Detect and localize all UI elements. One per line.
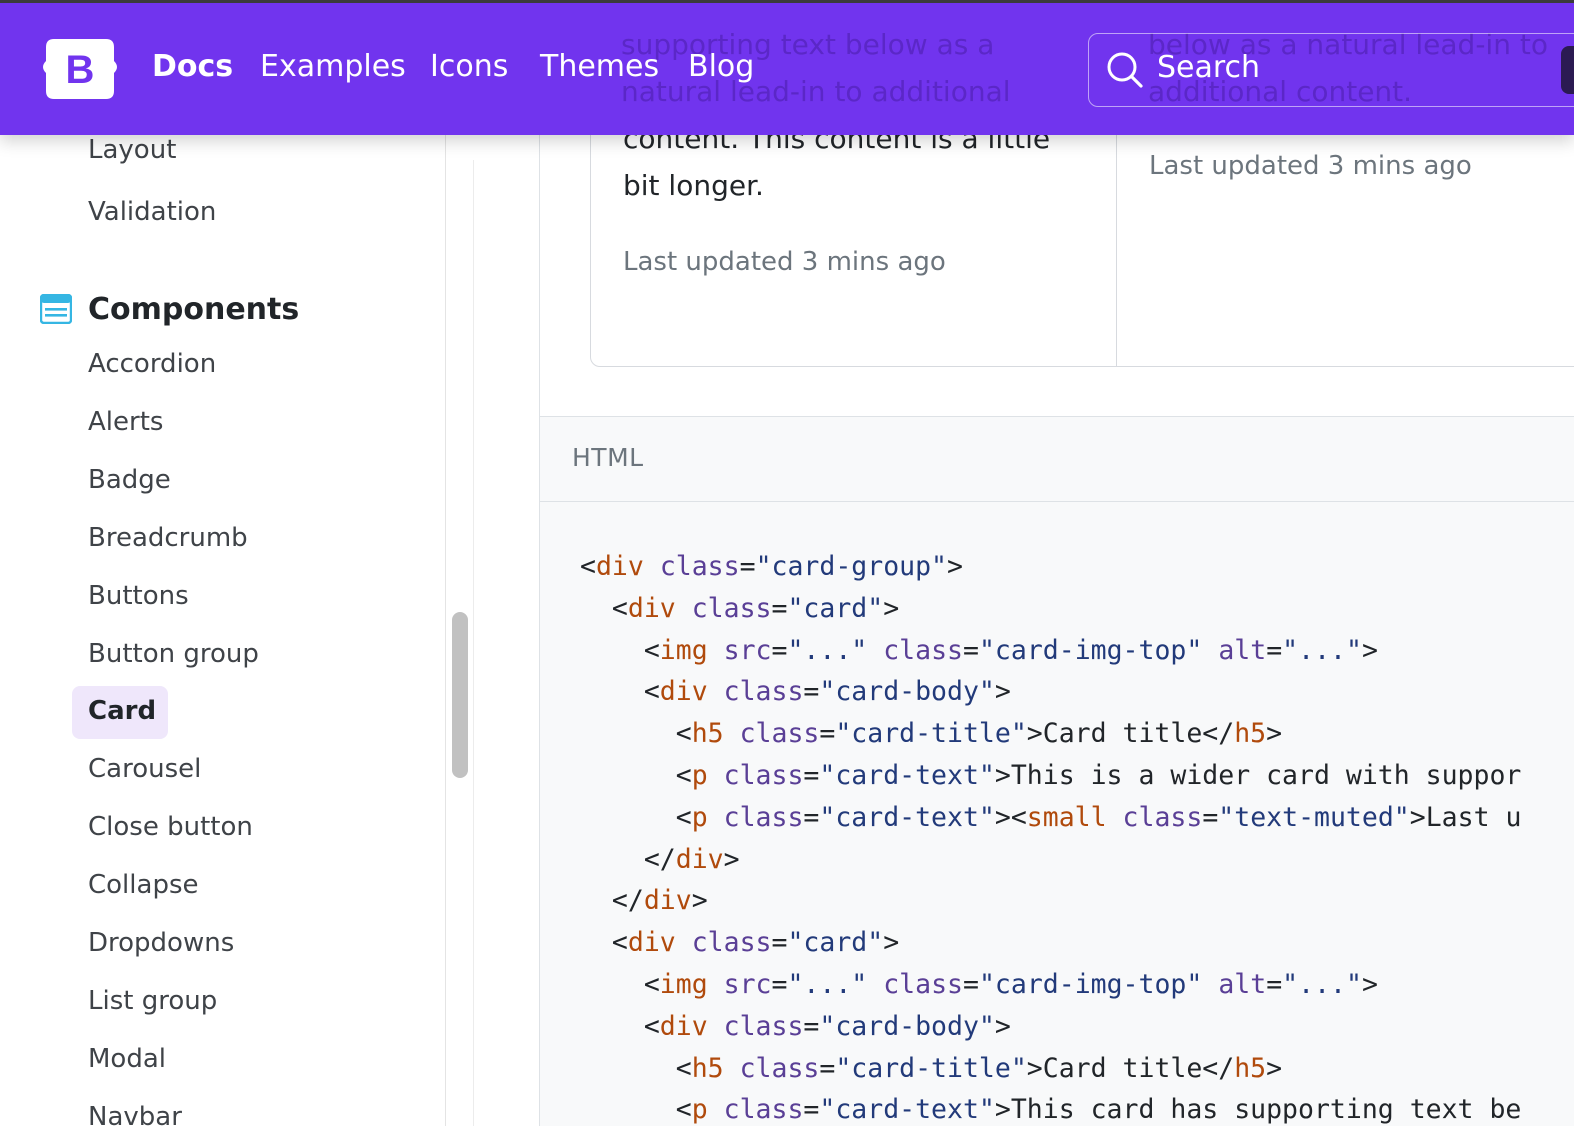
search-button[interactable]: Search [1088, 33, 1574, 107]
bootstrap-logo-icon[interactable]: B [40, 37, 120, 101]
search-label: Search [1157, 50, 1261, 85]
top-navbar: supporting text below as a natural lead-… [0, 3, 1574, 135]
sidebar-item-navbar[interactable]: Navbar [88, 1102, 182, 1126]
code-snippet[interactable]: <div class="card-group"> <div class="car… [580, 546, 1521, 1126]
nav-link-docs[interactable]: Docs [152, 49, 233, 84]
sidebar-item-dropdowns[interactable]: Dropdowns [88, 928, 234, 958]
sidebar-item-card[interactable]: Card [88, 696, 156, 726]
sidebar-item-badge[interactable]: Badge [88, 465, 171, 495]
code-block[interactable]: <div class="card-group"> <div class="car… [540, 502, 1574, 1126]
code-header: HTML [540, 416, 1574, 502]
search-icon [1107, 52, 1143, 88]
sidebar-item-breadcrumb[interactable]: Breadcrumb [88, 523, 248, 553]
nav-link-blog[interactable]: Blog [688, 49, 754, 84]
last-updated-text: Last updated 3 mins ago [1149, 151, 1472, 181]
svg-text:B: B [66, 48, 95, 92]
code-language-label: HTML [572, 443, 644, 472]
scrolled-text-behind: natural lead-in to additional [621, 75, 1011, 108]
sidebar-item-carousel[interactable]: Carousel [88, 754, 201, 784]
sidebar-item-layout[interactable]: Layout [88, 135, 176, 165]
nav-link-icons[interactable]: Icons [430, 49, 508, 84]
nav-link-themes[interactable]: Themes [540, 49, 659, 84]
sidebar-item-button-group[interactable]: Button group [88, 639, 259, 669]
sidebar-item-alerts[interactable]: Alerts [88, 407, 163, 437]
scrolled-text-behind: supporting text below as a [621, 28, 995, 61]
window-top-edge [0, 0, 1574, 3]
nav-link-examples[interactable]: Examples [260, 49, 406, 84]
sidebar: Layout Validation Components Accordion A… [0, 135, 446, 1126]
sidebar-item-collapse[interactable]: Collapse [88, 870, 199, 900]
sidebar-item-close-button[interactable]: Close button [88, 812, 253, 842]
main-content: content. This content is a little bit lo… [539, 0, 1574, 1126]
sidebar-item-accordion[interactable]: Accordion [88, 349, 216, 379]
sidebar-item-validation[interactable]: Validation [88, 197, 216, 227]
sidebar-scrollbar[interactable] [452, 612, 468, 778]
components-icon [40, 294, 72, 324]
last-updated-text: Last updated 3 mins ago [623, 247, 946, 277]
sidebar-section-title: Components [88, 292, 300, 327]
card-text-line: bit longer. [623, 169, 764, 202]
sidebar-item-buttons[interactable]: Buttons [88, 581, 189, 611]
keyboard-shortcut-badge [1561, 46, 1574, 94]
sidebar-item-modal[interactable]: Modal [88, 1044, 166, 1074]
sidebar-item-list-group[interactable]: List group [88, 986, 217, 1016]
